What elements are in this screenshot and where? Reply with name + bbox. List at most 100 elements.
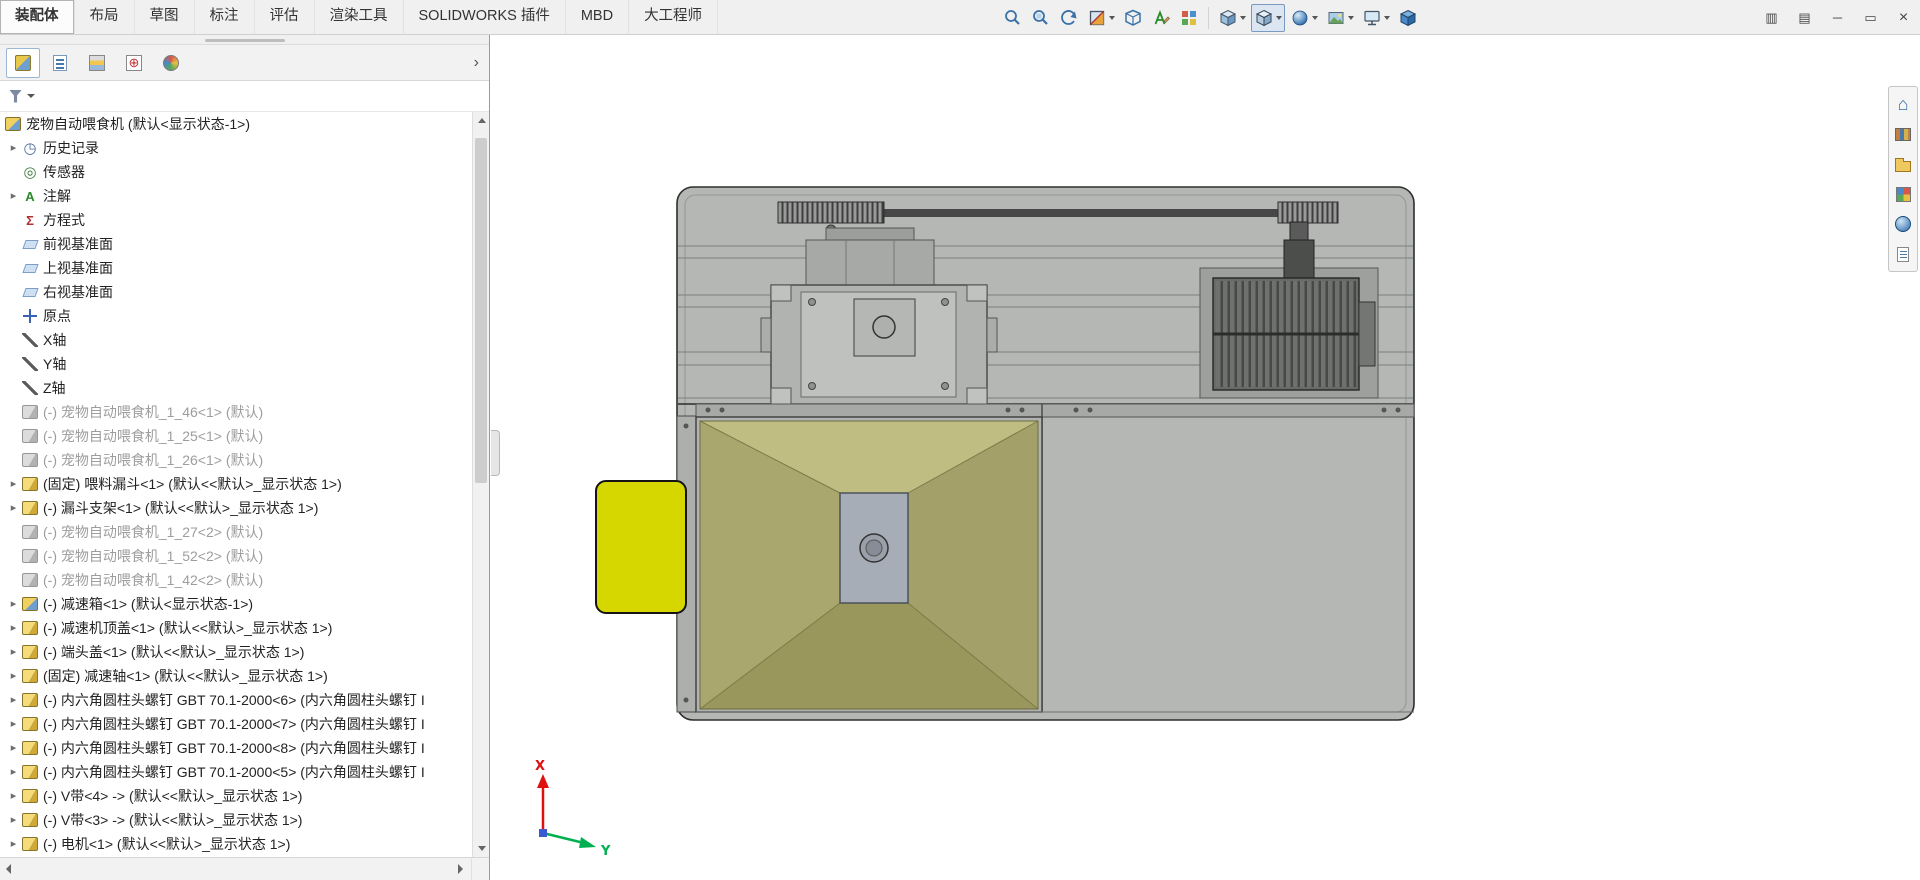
expand-arrow-icon[interactable] [5,688,22,712]
graphics-area[interactable]: X Y [491,35,1890,880]
tree-item-equations[interactable]: 方程式 [0,208,489,232]
expand-arrow-icon[interactable] [5,592,22,616]
file-explorer-icon[interactable] [1890,151,1916,177]
expand-arrow-icon[interactable] [5,616,22,640]
tree-item-component-27[interactable]: (-) 宠物自动喂食机_1_27<2> (默认) [0,520,489,544]
zoom-to-area-icon[interactable] [1028,4,1054,32]
scrollbar-thumb[interactable] [475,138,487,483]
tree-item-component-46[interactable]: (-) 宠物自动喂食机_1_46<1> (默认) [0,400,489,424]
vertical-scrollbar[interactable] [472,112,489,857]
tree-item-history[interactable]: 历史记录 [0,136,489,160]
hopper-funnel[interactable] [699,420,1039,710]
tree-item-component-42[interactable]: (-) 宠物自动喂食机_1_42<2> (默认) [0,568,489,592]
tab-assembly[interactable]: 装配体 [0,0,75,34]
expand-arrow-icon[interactable] [5,472,22,496]
machine-assembly[interactable] [595,186,1415,721]
tree-item-gearbox[interactable]: (-) 减速箱<1> (默认<显示状态-1>) [0,592,489,616]
viewport-canvas[interactable]: X Y [491,35,1890,880]
tree-item-screw-8[interactable]: (-) 内六角圆柱头螺钉 GBT 70.1-2000<8> (内六角圆柱头螺钉 … [0,736,489,760]
annotation-view-icon[interactable] [1148,4,1174,32]
tab-solidworks-addins[interactable]: SOLIDWORKS 插件 [404,0,566,34]
appearances-scenes-icon[interactable] [1890,211,1916,237]
tab-layout[interactable]: 布局 [75,0,135,34]
tab-render-tools[interactable]: 渲染工具 [315,0,404,34]
expand-arrow-icon[interactable] [5,808,22,832]
tree-item-top-plane[interactable]: 上视基准面 [0,256,489,280]
tree-item-component-26[interactable]: (-) 宠物自动喂食机_1_26<1> (默认) [0,448,489,472]
tree-item-component-52[interactable]: (-) 宠物自动喂食机_1_52<2> (默认) [0,544,489,568]
panel-splitter[interactable] [0,35,489,45]
tree-item-screw-5[interactable]: (-) 内六角圆柱头螺钉 GBT 70.1-2000<5> (内六角圆柱头螺钉 … [0,760,489,784]
tree-item-x-axis[interactable]: X轴 [0,328,489,352]
tab-configurationmanager[interactable] [80,48,114,78]
expand-arrow-icon[interactable] [5,136,22,160]
tree-item-right-plane[interactable]: 右视基准面 [0,280,489,304]
tab-propertymanager[interactable] [43,48,77,78]
tab-featuremanager-tree[interactable] [6,47,40,78]
tree-item-z-axis[interactable]: Z轴 [0,376,489,400]
tree-item-end-cap[interactable]: (-) 端头盖<1> (默认<<默认>_显示状态 1>) [0,640,489,664]
zoom-to-fit-icon[interactable] [1000,4,1026,32]
3d-drawing-view-icon[interactable] [1120,4,1146,32]
tab-markup[interactable]: 标注 [195,0,255,34]
view-orientation-icon[interactable] [1251,3,1285,32]
expand-arrow-icon[interactable] [5,712,22,736]
tab-sketch[interactable]: 草图 [135,0,195,34]
expand-arrow-icon[interactable] [5,640,22,664]
tree-item-vbelt-3[interactable]: (-) V带<3> -> (默认<<默认>_显示状态 1>) [0,808,489,832]
tree-item-component-25[interactable]: (-) 宠物自动喂食机_1_25<1> (默认) [0,424,489,448]
tree-item-screw-6[interactable]: (-) 内六角圆柱头螺钉 GBT 70.1-2000<6> (内六角圆柱头螺钉 … [0,688,489,712]
dropdown-caret-icon[interactable] [1348,15,1354,20]
restore-icon[interactable]: ▭ [1854,0,1887,35]
section-view-icon[interactable] [1084,4,1118,32]
scroll-down-icon[interactable] [473,840,489,857]
tab-dagongchengshi[interactable]: 大工程师 [629,0,719,34]
minimize-icon[interactable]: ─ [1821,0,1854,35]
tab-displaymanager[interactable] [154,48,188,78]
dropdown-caret-icon[interactable] [1312,15,1318,20]
tree-item-reduction-shaft[interactable]: (固定) 减速轴<1> (默认<<默认>_显示状态 1>) [0,664,489,688]
expand-arrow-icon[interactable] [5,832,22,856]
tree-item-front-plane[interactable]: 前视基准面 [0,232,489,256]
dropdown-caret-icon[interactable] [1240,15,1246,20]
expand-panel-icon[interactable] [474,54,479,72]
solidworks-resources-icon[interactable] [1890,91,1916,117]
tree-item-gearbox-cover[interactable]: (-) 减速机顶盖<1> (默认<<默认>_显示状态 1>) [0,616,489,640]
tree-item-hopper-bracket[interactable]: (-) 漏斗支架<1> (默认<<默认>_显示状态 1>) [0,496,489,520]
expand-arrow-icon[interactable] [5,184,22,208]
expand-arrow-icon[interactable] [5,664,22,688]
expand-arrow-icon[interactable] [5,496,22,520]
tree-item-root[interactable]: 宠物自动喂食机 (默认<显示状态-1>) [0,112,489,136]
tree-item-origin[interactable]: 原点 [0,304,489,328]
toggle-right-pane-icon[interactable]: ▤ [1788,0,1821,35]
left-pulley[interactable] [777,201,885,224]
close-icon[interactable]: × [1887,0,1920,35]
apply-scene-icon[interactable] [1323,4,1357,32]
dropdown-caret-icon[interactable] [1384,15,1390,20]
panel-resize-grip[interactable] [491,430,500,476]
custom-properties-icon[interactable] [1890,241,1916,267]
expand-arrow-icon[interactable] [5,784,22,808]
splitter-grip[interactable] [205,39,285,42]
dropdown-caret-icon[interactable] [1276,15,1282,20]
toggle-left-pane-icon[interactable]: ▥ [1755,0,1788,35]
expand-arrow-icon[interactable] [5,760,22,784]
scroll-left-icon[interactable] [0,858,20,880]
scroll-right-icon[interactable] [450,858,470,880]
tab-evaluate[interactable]: 评估 [255,0,315,34]
scroll-up-icon[interactable] [473,112,489,129]
tree-item-vbelt-4[interactable]: (-) V带<4> -> (默认<<默认>_显示状态 1>) [0,784,489,808]
tree-item-motor[interactable]: (-) 电机<1> (默认<<默认>_显示状态 1>) [0,832,489,856]
tab-dimxpertmanager[interactable] [117,48,151,78]
expand-arrow-icon[interactable] [5,736,22,760]
design-library-icon[interactable] [1890,121,1916,147]
dropdown-caret-icon[interactable] [1109,15,1115,20]
yellow-dispenser[interactable] [595,480,687,614]
previous-view-icon[interactable] [1056,4,1082,32]
tree-item-feed-hopper[interactable]: (固定) 喂料漏斗<1> (默认<<默认>_显示状态 1>) [0,472,489,496]
filter-button[interactable] [9,89,35,103]
horizontal-scrollbar[interactable] [0,857,489,880]
tab-mbd[interactable]: MBD [566,0,630,34]
edit-appearance-icon[interactable] [1287,4,1321,32]
tree-item-y-axis[interactable]: Y轴 [0,352,489,376]
